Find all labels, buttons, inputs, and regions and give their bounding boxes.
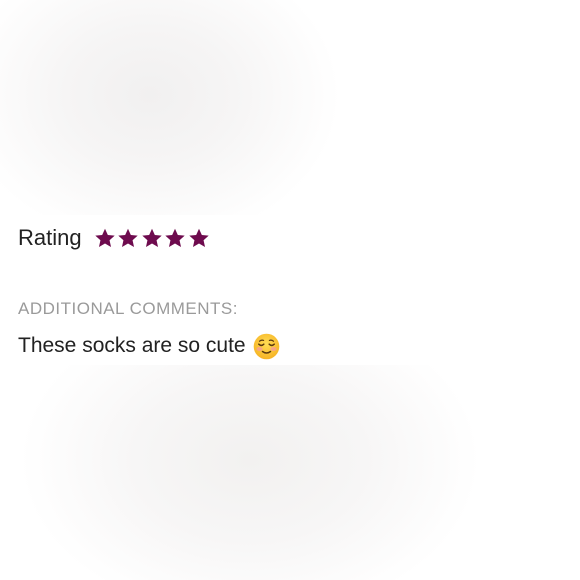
comment-text: These socks are so cute — [18, 334, 246, 357]
star-icon — [117, 228, 139, 249]
star-icon — [188, 228, 210, 249]
smiling-face-icon — [253, 333, 280, 360]
rating-row: Rating — [18, 223, 211, 253]
product-photo-top — [0, 0, 580, 215]
product-photo-bottom — [0, 365, 580, 580]
rating-label: Rating — [18, 225, 82, 250]
comment-row: These socks are so cute — [18, 331, 280, 361]
star-rating — [94, 228, 212, 249]
additional-comments-heading: ADDITIONAL COMMENTS: — [18, 299, 238, 318]
star-icon — [94, 228, 116, 249]
star-icon — [164, 228, 186, 249]
review-card: Rating ADDITIONAL COMMENTS: These socks … — [0, 215, 580, 365]
star-icon — [141, 228, 163, 249]
